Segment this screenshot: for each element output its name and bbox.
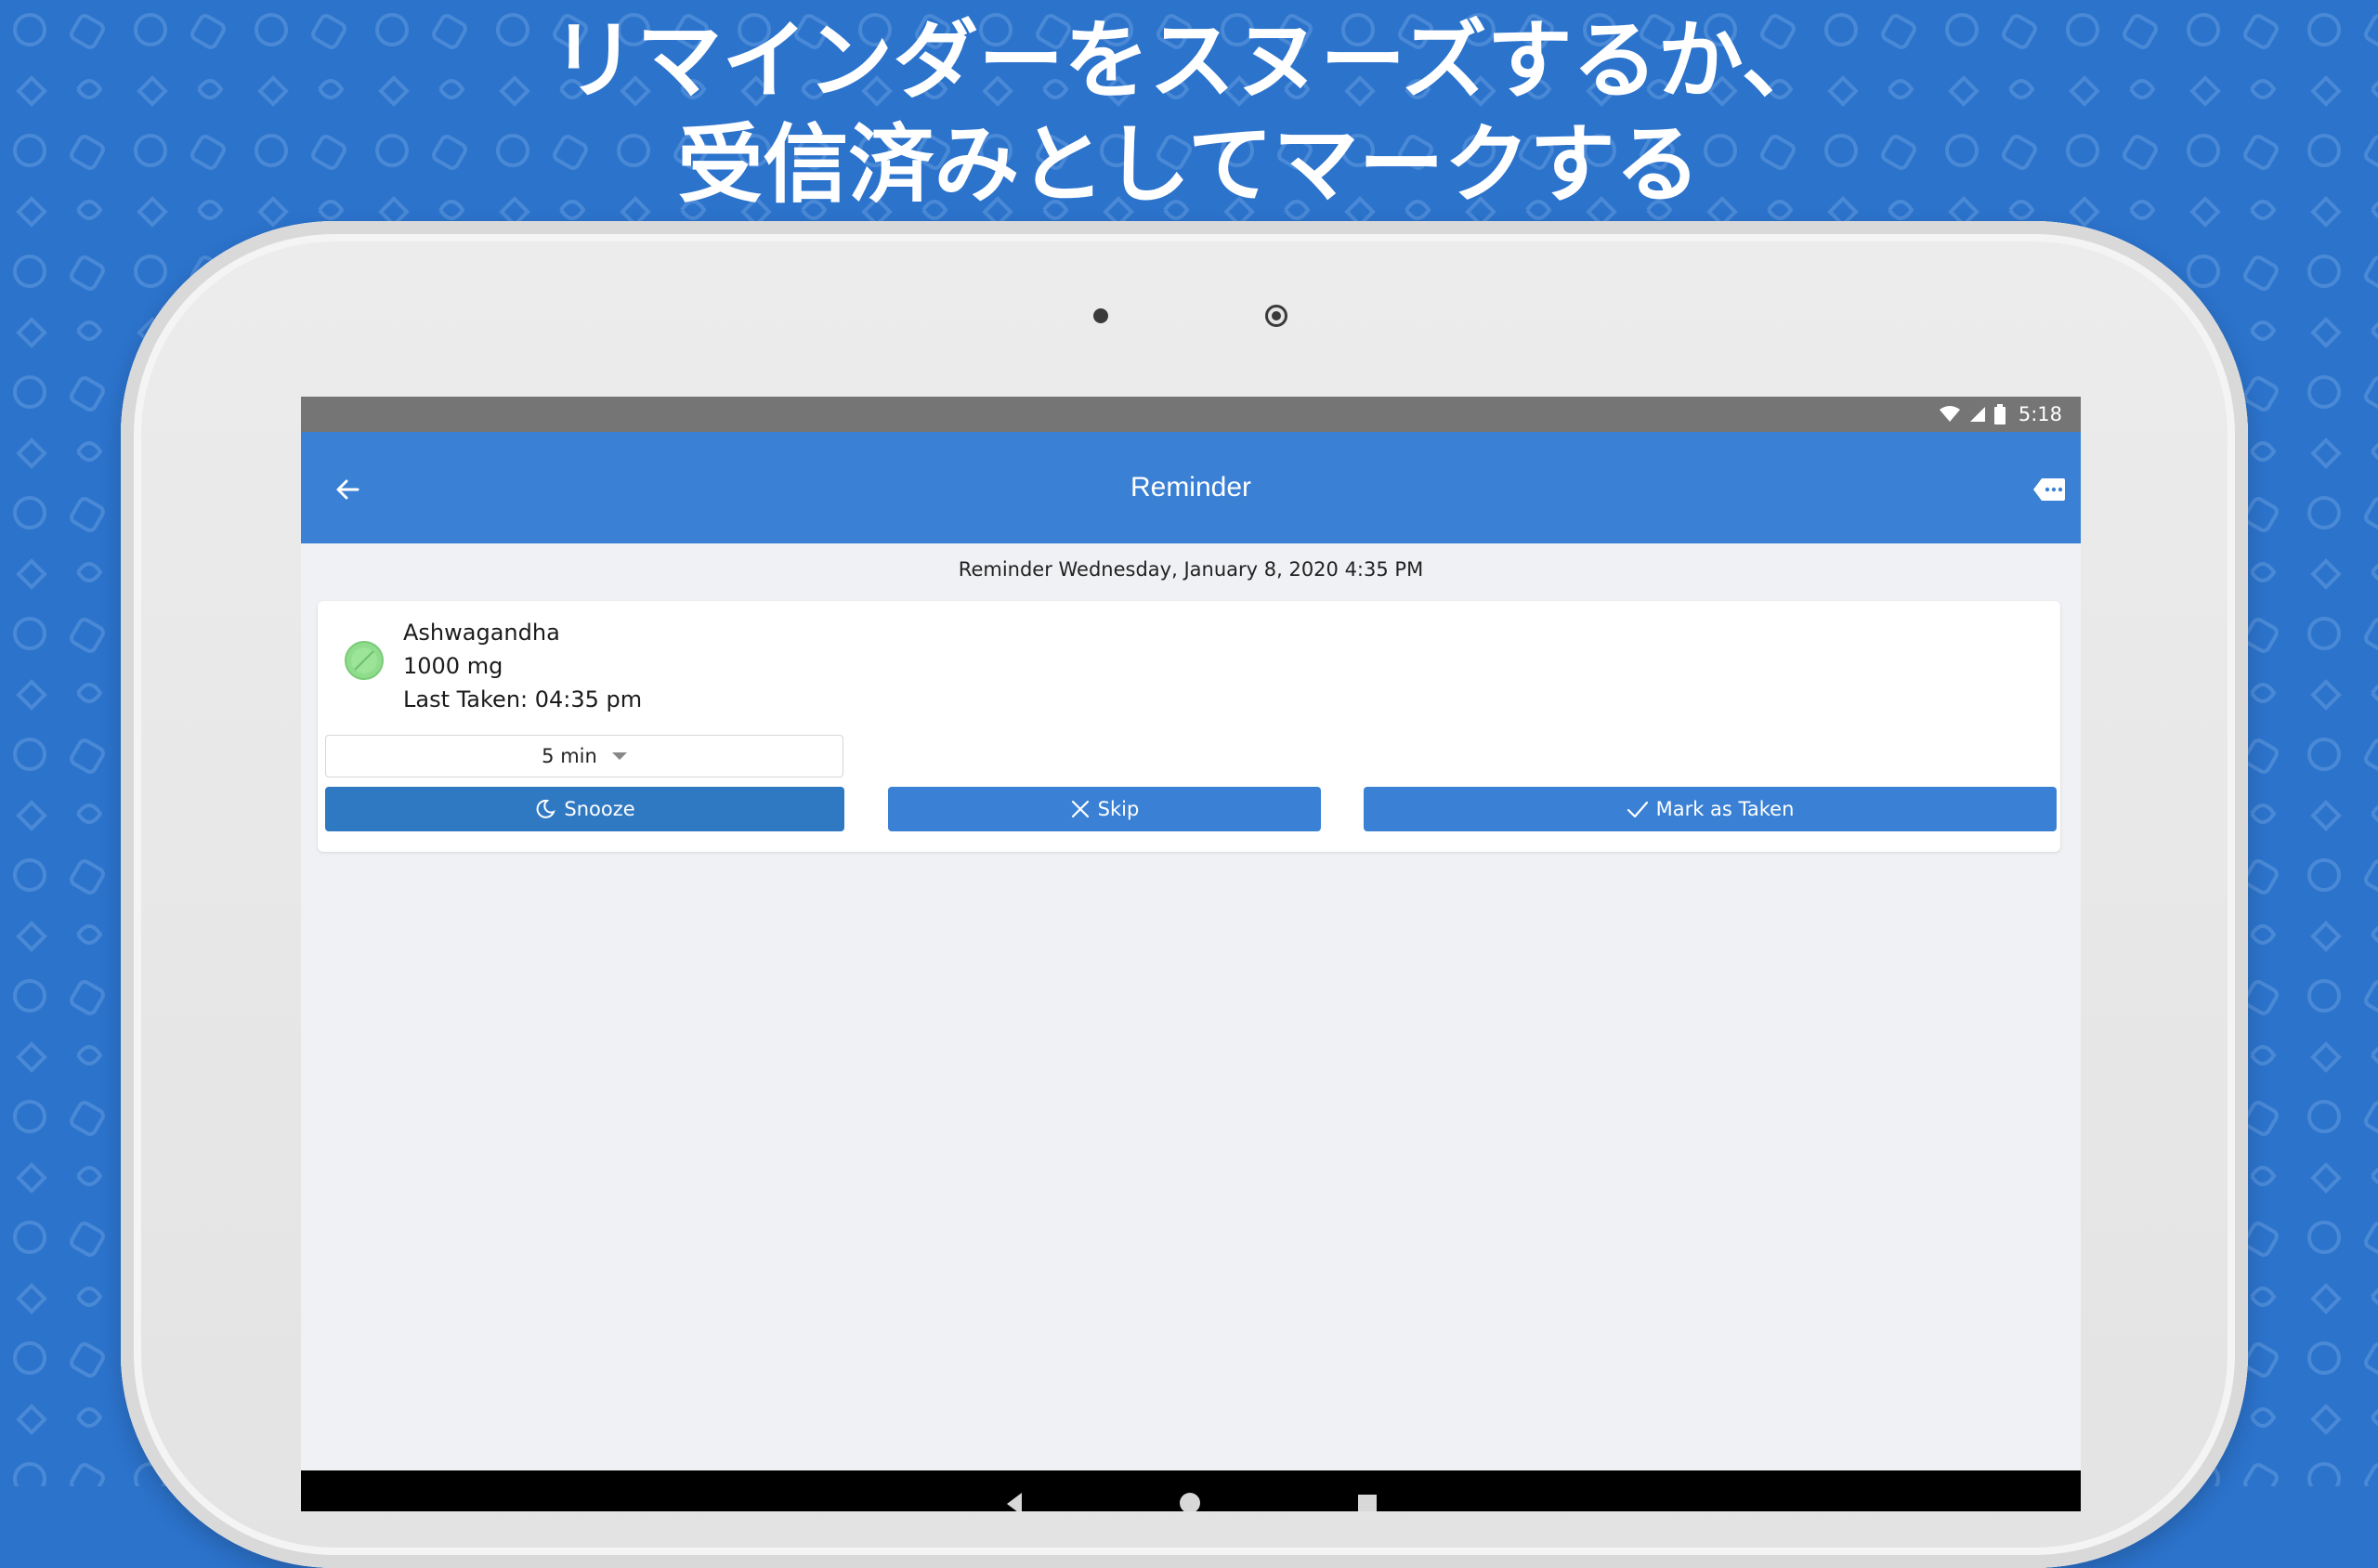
nav-recents-icon[interactable]	[1358, 1495, 1377, 1511]
tag-icon	[2033, 478, 2065, 501]
page-title: Reminder	[1130, 472, 1252, 503]
mark-as-taken-label: Mark as Taken	[1655, 798, 1795, 820]
mark-as-taken-button[interactable]: Mark as Taken	[1364, 787, 2057, 831]
battery-icon	[1993, 404, 2006, 425]
nav-back-icon[interactable]	[1007, 1493, 1022, 1511]
skip-button[interactable]: Skip	[888, 787, 1321, 831]
system-nav-bar	[301, 1470, 2081, 1511]
skip-label: Skip	[1097, 798, 1140, 820]
snooze-label: Snooze	[564, 798, 635, 820]
back-button[interactable]	[329, 471, 366, 508]
snooze-button[interactable]: Snooze	[325, 787, 844, 831]
sensor-dot	[1093, 308, 1108, 323]
headline-line-2: 受信済みとしてマークする	[677, 115, 1701, 215]
chevron-down-icon	[611, 752, 627, 760]
signal-icon	[1969, 407, 1985, 422]
status-time: 5:18	[2018, 403, 2062, 425]
status-bar: 5:18	[301, 397, 2081, 432]
headline-line-1: リマインダーをスヌーズするか、	[551, 11, 1827, 111]
snooze-duration-value: 5 min	[542, 745, 597, 767]
medication-details: Ashwagandha 1000 mg Last Taken: 04:35 pm	[403, 616, 642, 716]
wifi-icon	[1939, 406, 1960, 422]
snooze-duration-select[interactable]: 5 min	[325, 735, 843, 777]
app-bar: Reminder	[301, 432, 2081, 543]
pill-icon	[345, 641, 384, 680]
reminder-datetime: Reminder Wednesday, January 8, 2020 4:35…	[958, 558, 1424, 581]
last-taken: Last Taken: 04:35 pm	[403, 686, 643, 712]
arrow-left-icon	[336, 479, 359, 500]
medication-card: Ashwagandha 1000 mg Last Taken: 04:35 pm…	[318, 601, 2060, 852]
front-camera	[1265, 305, 1287, 327]
medication-dose: 1000 mg	[403, 653, 503, 679]
check-icon	[1627, 801, 1648, 818]
medication-name: Ashwagandha	[403, 620, 560, 646]
nav-home-icon[interactable]	[1180, 1493, 1200, 1511]
close-icon	[1071, 800, 1089, 818]
promo-headline: リマインダーをスヌーズするか、 受信済みとしてマークする	[0, 9, 2378, 217]
device-screen: 5:18 Reminder Reminder Wednesday, Januar…	[301, 397, 2081, 1511]
moon-icon	[536, 799, 556, 818]
tag-button[interactable]	[2031, 473, 2068, 506]
